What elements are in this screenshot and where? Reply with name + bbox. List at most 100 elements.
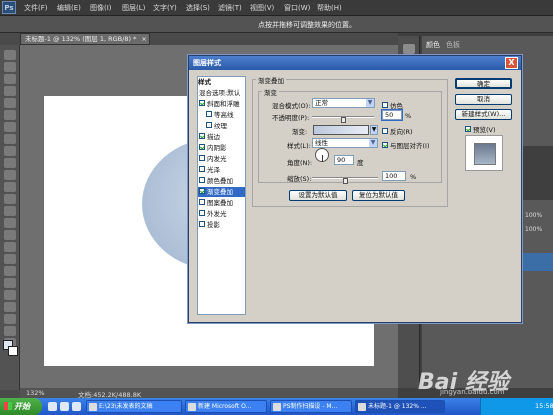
angle-dial[interactable] [315,148,329,162]
reverse-checkbox[interactable]: 反向(R) [382,126,413,136]
tab-color[interactable]: 颜色 [426,40,440,50]
opacity-slider-thumb[interactable] [341,117,346,123]
style-item-check-icon[interactable] [199,210,205,216]
style-item[interactable]: 渐变叠加 [198,187,245,197]
menu-item[interactable]: 滤镜(T) [218,3,242,13]
style-select[interactable]: 线性 ▼ [312,138,378,148]
taskbar-task[interactable]: PS制作扫描设 - M... [270,400,352,413]
background-color-swatch[interactable] [8,346,18,356]
tool-button[interactable] [4,302,16,312]
style-item-check-icon[interactable] [199,188,205,194]
tool-button[interactable] [4,182,16,192]
dialog-titlebar[interactable] [189,56,521,70]
new-style-button[interactable]: 新建样式(W)... [455,109,512,120]
tool-button[interactable] [4,206,16,216]
quick-launch-desktop-icon[interactable] [60,402,69,411]
style-item-check-icon[interactable] [199,166,205,172]
tool-button[interactable] [4,230,16,240]
menu-item[interactable]: 帮助(H) [317,3,342,13]
tool-button[interactable] [4,194,16,204]
style-item-check-icon[interactable] [206,122,212,128]
menu-item[interactable]: 选择(S) [186,3,210,13]
style-item[interactable]: 图案叠加 [198,198,245,208]
document-tab[interactable]: 未标题-1 @ 132% (图层 1, RGB/8) * × [20,33,150,45]
layer-fill-value[interactable]: 100% [525,226,542,233]
tool-button[interactable] [4,134,16,144]
tool-button[interactable] [4,50,16,60]
menu-item[interactable]: 视图(V) [250,3,274,13]
align-with-layer-checkbox[interactable]: 与图层对齐(I) [382,140,430,150]
preview-label: 预览(V) [473,126,496,134]
style-item-check-icon[interactable] [199,155,205,161]
style-item[interactable]: 颜色叠加 [198,176,245,186]
menu-item[interactable]: 编辑(E) [57,3,81,13]
preview-checkbox[interactable]: 预览(V) [465,124,496,134]
tool-button[interactable] [4,266,16,276]
tool-button[interactable] [4,326,16,336]
style-item-check-icon[interactable] [199,221,205,227]
style-item-check-icon[interactable] [199,100,205,106]
tool-button[interactable] [4,110,16,120]
start-label: 开始 [14,402,30,411]
tab-swatches[interactable]: 色板 [446,40,460,50]
gradient-picker[interactable] [313,125,369,135]
layer-row-selected[interactable] [520,253,553,271]
style-item[interactable]: 等高线 [198,110,245,120]
tool-button[interactable] [4,158,16,168]
style-item[interactable]: 内阴影 [198,143,245,153]
tool-button[interactable] [4,86,16,96]
opacity-input[interactable]: 50 [381,109,403,121]
taskbar-task[interactable]: 新建 Microsoft O... [185,400,267,413]
style-item[interactable]: 光泽 [198,165,245,175]
tool-button[interactable] [4,170,16,180]
ok-button[interactable]: 确定 [455,78,512,89]
style-item[interactable]: 纹理 [198,121,245,131]
taskbar-task[interactable]: 未标题-1 @ 132% ... [355,400,445,413]
menu-item[interactable]: 图像(I) [90,3,112,13]
style-item[interactable]: 描边 [198,132,245,142]
dialog-close-button[interactable]: X [505,57,518,69]
set-default-button[interactable]: 设置为默认值 [289,190,347,201]
menu-item[interactable]: 文件(F) [24,3,48,13]
tool-button[interactable] [4,278,16,288]
document-tab-close-icon[interactable]: × [141,35,146,43]
tool-button[interactable] [4,314,16,324]
scale-input[interactable]: 100 [382,171,406,181]
cancel-button[interactable]: 取消 [455,94,512,105]
panel-shortcut-icon[interactable] [403,44,415,54]
style-item[interactable]: 外发光 [198,209,245,219]
tool-button[interactable] [4,98,16,108]
quick-launch-media-icon[interactable] [72,402,81,411]
dither-checkbox[interactable]: 仿色 [382,100,403,110]
layer-opacity-value[interactable]: 100% [525,212,542,219]
style-item[interactable]: 混合选项:默认 [198,88,245,98]
style-item-check-icon[interactable] [199,144,205,150]
style-item[interactable]: 斜面和浮雕 [198,99,245,109]
scale-slider-thumb[interactable] [343,178,348,184]
tool-button[interactable] [4,74,16,84]
style-item-check-icon[interactable] [199,133,205,139]
tool-button[interactable] [4,242,16,252]
menu-item[interactable]: 窗口(W) [284,3,310,13]
taskbar-task[interactable]: E:\23\未发表的文稿 [86,400,182,413]
tool-button[interactable] [4,146,16,156]
tool-button[interactable] [4,290,16,300]
style-item-check-icon[interactable] [199,177,205,183]
tool-button[interactable] [4,254,16,264]
menu-item[interactable]: 文字(Y) [153,3,177,13]
tool-button[interactable] [4,122,16,132]
gradient-dropdown-icon[interactable]: ▼ [370,125,378,135]
menu-item[interactable]: 图层(L) [122,3,145,13]
angle-input[interactable]: 90 [334,155,354,165]
reset-default-button[interactable]: 复位为默认值 [352,190,405,201]
style-item-check-icon[interactable] [206,111,212,117]
tool-button[interactable] [4,218,16,228]
zoom-level[interactable]: 132% [26,389,45,397]
tool-button[interactable] [4,62,16,72]
style-item[interactable]: 投影 [198,220,245,230]
quick-launch-ie-icon[interactable] [48,402,57,411]
styles-list-header[interactable]: 样式 [198,77,245,87]
style-item[interactable]: 内发光 [198,154,245,164]
style-item-check-icon[interactable] [199,199,205,205]
blend-mode-select[interactable]: 正常 ▼ [312,98,375,108]
